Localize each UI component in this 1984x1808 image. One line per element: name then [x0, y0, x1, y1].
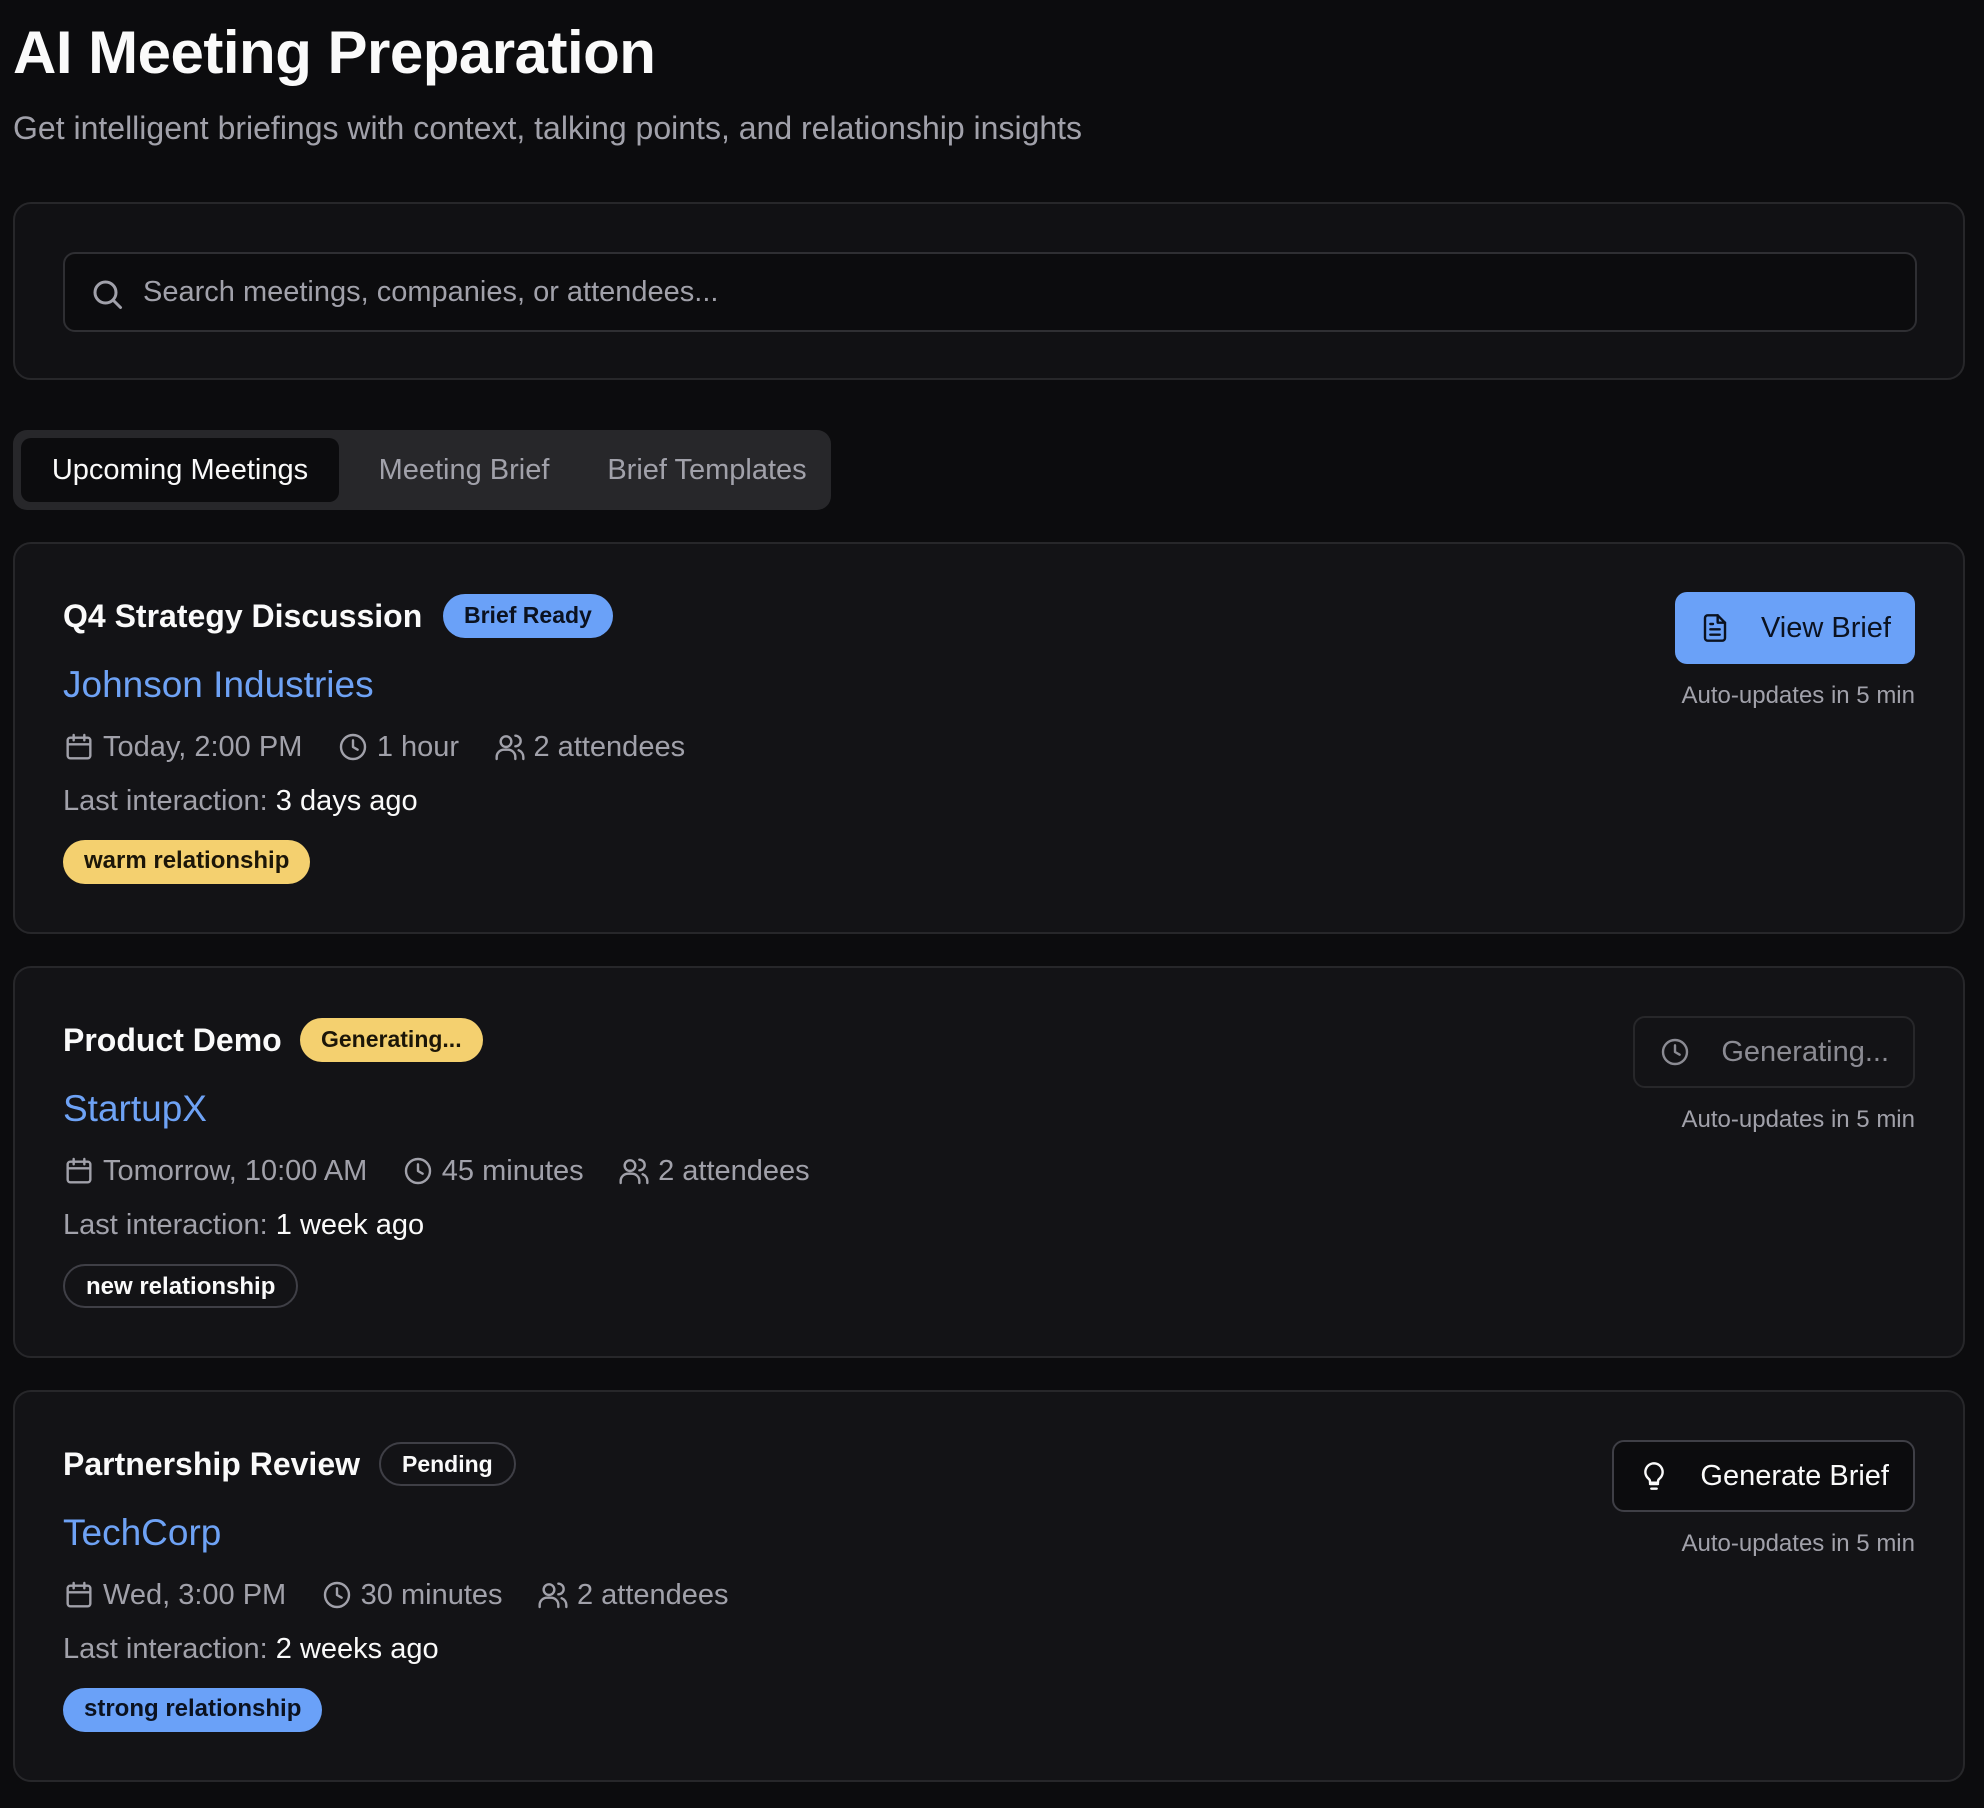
company-link[interactable]: StartupX [63, 1088, 207, 1130]
meeting-title: Partnership Review [63, 1446, 360, 1482]
clock-icon [339, 733, 367, 761]
meeting-attendees: 2 attendees [618, 1151, 810, 1191]
auto-update-text: Auto-updates in 5 min [1681, 1530, 1915, 1557]
clock-icon [323, 1581, 350, 1609]
lightbulb-icon [1644, 1462, 1665, 1490]
meeting-meta: Today, 2:00 PM 1 hour 2 attendees [63, 727, 715, 767]
calendar-icon [66, 1581, 92, 1608]
meeting-date: Wed, 3:00 PM [63, 1575, 286, 1615]
meeting-duration: 1 hour [337, 727, 459, 767]
users-icon [619, 1158, 649, 1185]
meeting-duration: 30 minutes [321, 1575, 503, 1615]
tab-brief-templates[interactable]: Brief Templates [587, 438, 827, 502]
meeting-meta: Tomorrow, 10:00 AM 45 minutes 2 attendee… [63, 1151, 840, 1191]
last-interaction-label: Last interaction: [63, 1209, 268, 1241]
relationship-badge: new relationship [63, 1264, 299, 1308]
calendar-icon [66, 733, 92, 760]
meeting-attendees: 2 attendees [494, 727, 686, 767]
status-badge: Generating... [300, 1018, 483, 1062]
generate-brief-button[interactable]: Generate Brief [1612, 1440, 1915, 1512]
view-brief-label: View Brief [1760, 611, 1891, 644]
status-badge: Pending [379, 1442, 516, 1486]
auto-update-text: Auto-updates in 5 min [1681, 1106, 1915, 1133]
calendar-icon [66, 1157, 92, 1184]
meeting-title: Product Demo [63, 1022, 282, 1058]
company-link[interactable]: Johnson Industries [63, 664, 374, 706]
page-title: AI Meeting Preparation [13, 19, 656, 86]
clock-icon [404, 1157, 431, 1185]
meeting-duration-text: 30 minutes [360, 1578, 503, 1611]
last-interaction-value: 3 days ago [275, 785, 418, 817]
search-card [13, 202, 1965, 380]
meeting-card: Partnership Review Pending TechCorp Wed,… [13, 1390, 1965, 1782]
meeting-duration-text: 1 hour [376, 730, 460, 763]
tab-upcoming-meetings[interactable]: Upcoming Meetings [21, 438, 339, 502]
meeting-date-text: Tomorrow, 10:00 AM [103, 1154, 368, 1187]
last-interaction: Last interaction: 3 days ago [63, 785, 418, 818]
view-brief-button[interactable]: View Brief [1674, 592, 1915, 664]
search-input[interactable] [143, 254, 1903, 330]
relationship-badge: strong relationship [63, 1688, 323, 1732]
generate-brief-label: Generate Brief [1700, 1459, 1889, 1492]
search-box[interactable] [63, 252, 1917, 332]
last-interaction-value: 1 week ago [275, 1209, 425, 1241]
meeting-title: Q4 Strategy Discussion [63, 598, 423, 634]
relationship-badge: warm relationship [63, 840, 311, 884]
last-interaction: Last interaction: 2 weeks ago [63, 1633, 439, 1666]
last-interaction-label: Last interaction: [63, 1633, 268, 1665]
search-icon [93, 280, 122, 309]
meeting-attendees-text: 2 attendees [658, 1154, 810, 1187]
last-interaction-value: 2 weeks ago [275, 1633, 439, 1665]
meeting-date: Today, 2:00 PM [63, 727, 302, 767]
company-link[interactable]: TechCorp [63, 1512, 221, 1554]
users-icon [538, 1582, 568, 1609]
meeting-date: Tomorrow, 10:00 AM [63, 1151, 367, 1191]
meeting-attendees-text: 2 attendees [533, 730, 686, 763]
generating-button[interactable]: Generating... [1633, 1016, 1915, 1088]
meeting-attendees-text: 2 attendees [576, 1578, 729, 1611]
generating-label: Generating... [1721, 1035, 1889, 1068]
meeting-date-text: Today, 2:00 PM [103, 730, 303, 763]
last-interaction-label: Last interaction: [63, 785, 268, 817]
meeting-meta: Wed, 3:00 PM 30 minutes 2 attendees [63, 1575, 759, 1615]
meeting-attendees: 2 attendees [537, 1575, 729, 1615]
meeting-card: Product Demo Generating... StartupX Tomo… [13, 966, 1965, 1358]
meeting-card: Q4 Strategy Discussion Brief Ready Johns… [13, 542, 1965, 934]
clock-icon [1662, 1038, 1689, 1066]
meeting-date-text: Wed, 3:00 PM [103, 1578, 287, 1611]
auto-update-text: Auto-updates in 5 min [1681, 682, 1915, 709]
users-icon [494, 734, 525, 761]
last-interaction: Last interaction: 1 week ago [63, 1209, 424, 1242]
page-subtitle: Get intelligent briefings with context, … [13, 110, 1083, 146]
status-badge: Brief Ready [443, 594, 613, 638]
meeting-duration-text: 45 minutes [441, 1154, 584, 1187]
file-text-icon [1703, 614, 1727, 642]
tab-list: Upcoming Meetings Meeting Brief Brief Te… [13, 430, 831, 510]
tab-meeting-brief[interactable]: Meeting Brief [349, 438, 579, 502]
meeting-duration: 45 minutes [402, 1151, 584, 1191]
